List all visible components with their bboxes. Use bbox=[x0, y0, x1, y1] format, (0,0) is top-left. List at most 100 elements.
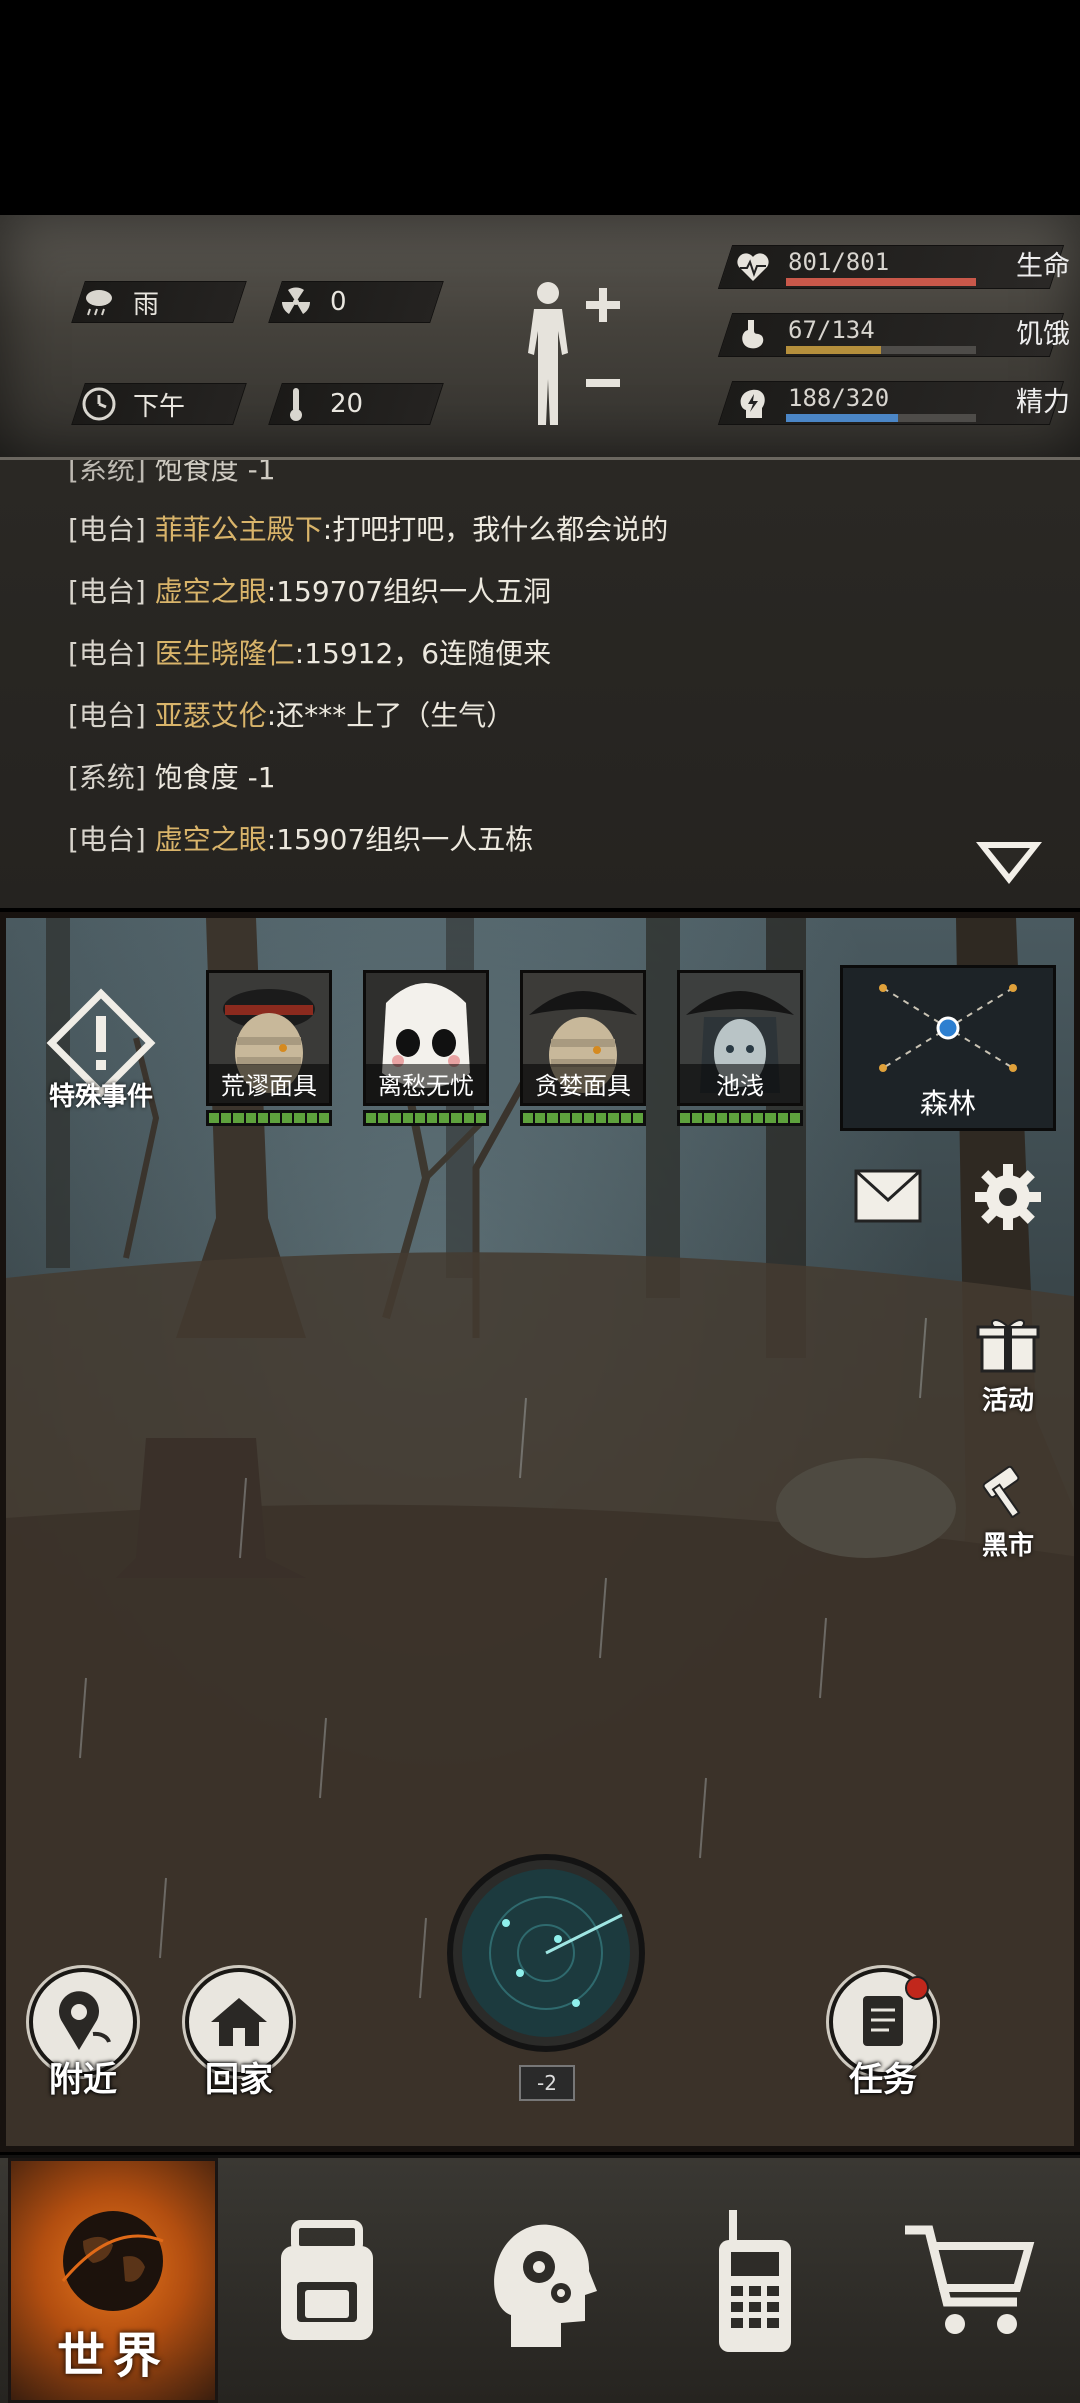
party-member-name: 荒谬面具 bbox=[209, 1064, 329, 1103]
brain-energy-icon bbox=[734, 384, 772, 422]
globe-icon bbox=[61, 2210, 164, 2311]
human-body-icon bbox=[528, 282, 620, 425]
party-member-name: 池浅 bbox=[680, 1064, 800, 1103]
gift-icon bbox=[976, 1319, 1040, 1373]
tab-world[interactable]: 世界 bbox=[8, 2158, 218, 2403]
energy-meter: 188/320 精力 bbox=[717, 381, 1070, 425]
chat-message: :15907组织一人五栋 bbox=[266, 823, 534, 856]
hunger-bar-fill bbox=[786, 346, 881, 354]
chat-message: 饱食度 -1 bbox=[154, 460, 276, 486]
chat-log[interactable]: [系统] 饱食度 -1 [电台] 菲菲公主殿下:打吧打吧，我什么都会说的 [电台… bbox=[0, 460, 1080, 908]
location-map-button[interactable]: 森林 bbox=[840, 965, 1056, 1131]
tab-shop[interactable] bbox=[864, 2158, 1074, 2403]
chat-message: :15912，6连随便来 bbox=[294, 637, 552, 670]
tab-backpack[interactable] bbox=[222, 2158, 432, 2403]
mail-button[interactable] bbox=[848, 1168, 928, 1231]
chat-line: [电台] 虚空之眼:15907组织一人五栋 bbox=[68, 818, 533, 858]
chat-sender[interactable]: 亚瑟艾伦 bbox=[155, 699, 267, 732]
party-member-card[interactable]: 离愁无忧 bbox=[363, 970, 489, 1140]
radiation-value: 0 bbox=[330, 287, 347, 317]
party-member-name: 贪婪面具 bbox=[523, 1064, 643, 1103]
skills-head-icon bbox=[494, 2224, 597, 2347]
black-market-label: 黑市 bbox=[981, 1531, 1034, 1561]
party-member-hp bbox=[206, 1110, 332, 1126]
chat-message: :打吧打吧，我什么都会说的 bbox=[322, 513, 669, 546]
chat-line: [系统] 饱食度 -1 bbox=[68, 460, 276, 488]
life-label: 生命 bbox=[1016, 251, 1070, 282]
chat-tag: [系统] bbox=[68, 460, 146, 486]
chat-sender[interactable]: 虚空之眼 bbox=[155, 575, 267, 608]
chevron-down-icon[interactable] bbox=[974, 838, 1044, 888]
special-event-button[interactable]: 特殊事件 bbox=[36, 988, 166, 1113]
tab-radio[interactable] bbox=[650, 2158, 860, 2403]
chat-sender[interactable]: 医生晓隆仁 bbox=[155, 637, 295, 670]
notification-dot bbox=[905, 1976, 929, 2000]
settings-button[interactable] bbox=[968, 1162, 1048, 1239]
weather-plate: 雨 bbox=[71, 281, 247, 323]
tasks-button[interactable]: 任务 bbox=[828, 1968, 938, 2101]
bottom-nav: 世界 bbox=[0, 2155, 1080, 2403]
chat-tag: [电台] bbox=[68, 699, 146, 732]
black-market-button[interactable]: 黑市 bbox=[968, 1458, 1048, 1562]
shop-cart-icon bbox=[905, 2225, 1035, 2334]
chat-message: :159707组织一人五洞 bbox=[266, 575, 552, 608]
go-home-label: 回家 bbox=[205, 2060, 273, 2100]
chat-line: [电台] 医生晓隆仁:15912，6连随便来 bbox=[68, 632, 551, 672]
chat-tag: [电台] bbox=[68, 513, 146, 546]
activity-label: 活动 bbox=[981, 1386, 1034, 1416]
party-member-card[interactable]: 荒谬面具 bbox=[206, 970, 332, 1140]
gear-icon bbox=[975, 1164, 1041, 1230]
party-member-hp bbox=[363, 1110, 489, 1126]
nearby-label: 附近 bbox=[49, 2060, 117, 2100]
party-member-hp bbox=[520, 1110, 646, 1126]
clock-icon bbox=[79, 384, 119, 424]
chat-tag: [电台] bbox=[68, 575, 146, 608]
energy-value: 188/320 bbox=[788, 384, 890, 412]
life-meter: 801/801 生命 bbox=[717, 245, 1070, 289]
nearby-button[interactable]: 附近 bbox=[28, 1968, 138, 2101]
radar-button[interactable] bbox=[446, 1853, 646, 2053]
radiation-plate: 0 bbox=[268, 281, 444, 323]
stomach-icon bbox=[734, 316, 772, 354]
hunger-label: 饥饿 bbox=[1016, 319, 1070, 350]
weather-value: 雨 bbox=[133, 289, 160, 320]
party-member-hp bbox=[677, 1110, 803, 1126]
rain-cloud-icon bbox=[79, 282, 119, 322]
envelope-icon bbox=[854, 1169, 922, 1223]
chat-tag: [系统] bbox=[68, 761, 146, 794]
life-value: 801/801 bbox=[788, 248, 890, 276]
party-member-card[interactable]: 池浅 bbox=[677, 970, 803, 1140]
chat-line: [电台] 亚瑟艾伦:还***上了（生气） bbox=[68, 694, 514, 734]
tasks-label: 任务 bbox=[849, 2060, 917, 2100]
chat-sender[interactable]: 虚空之眼 bbox=[155, 823, 267, 856]
life-bar-fill bbox=[786, 278, 976, 286]
temperature-value: 20 bbox=[330, 389, 364, 419]
location-name: 森林 bbox=[919, 1087, 976, 1120]
chat-message: 饱食度 -1 bbox=[154, 761, 276, 794]
go-home-button[interactable]: 回家 bbox=[184, 1968, 294, 2101]
energy-bar-fill bbox=[786, 414, 898, 422]
chat-line: [电台] 菲菲公主殿下:打吧打吧，我什么都会说的 bbox=[68, 508, 668, 548]
hunger-meter: 67/134 饥饿 bbox=[717, 313, 1070, 357]
party-member-name: 离愁无忧 bbox=[366, 1064, 486, 1103]
map-node-icon bbox=[879, 984, 1017, 1072]
radio-icon bbox=[719, 2209, 791, 2352]
hunger-value: 67/134 bbox=[788, 316, 875, 344]
thermometer-icon bbox=[276, 384, 316, 424]
tab-skills[interactable] bbox=[436, 2158, 646, 2403]
chat-sender[interactable]: 菲菲公主殿下 bbox=[155, 513, 323, 546]
radiation-icon bbox=[276, 282, 316, 322]
auction-hammer-icon bbox=[982, 1465, 1021, 1519]
temperature-plate: 20 bbox=[268, 383, 444, 425]
activity-button[interactable]: 活动 bbox=[968, 1313, 1048, 1417]
body-status-button[interactable] bbox=[520, 275, 630, 435]
scroll-task-icon bbox=[863, 1996, 903, 2046]
party-member-card[interactable]: 贪婪面具 bbox=[520, 970, 646, 1140]
chat-line: [电台] 虚空之眼:159707组织一人五洞 bbox=[68, 570, 551, 610]
chat-line: [系统] 饱食度 -1 bbox=[68, 756, 276, 796]
time-plate: 下午 bbox=[71, 383, 247, 425]
heart-pulse-icon bbox=[734, 248, 772, 286]
tab-world-label: 世界 bbox=[56, 2328, 169, 2384]
game-scene[interactable]: 特殊事件 荒谬面具 离愁无忧 贪婪面具 池浅 森林 活动 黑市 附近 回家 任务… bbox=[0, 912, 1080, 2152]
backpack-icon bbox=[281, 2219, 373, 2340]
